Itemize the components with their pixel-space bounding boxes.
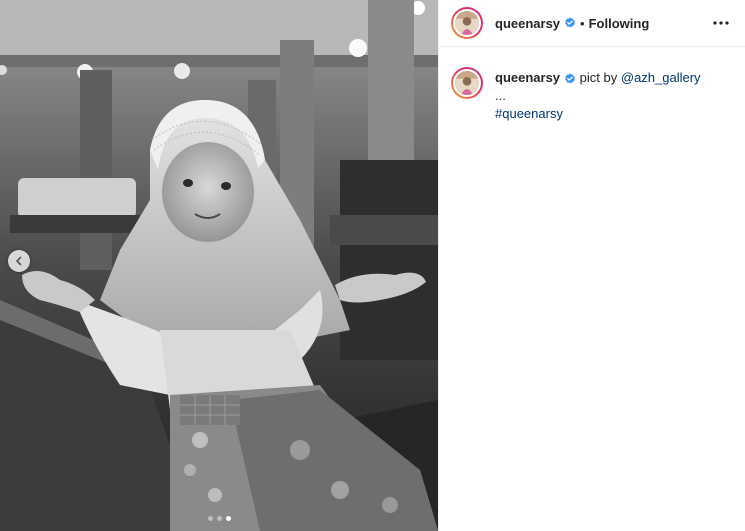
carousel-prev-button[interactable]	[8, 250, 30, 272]
caption-username[interactable]: queenarsy	[495, 70, 560, 85]
verified-badge-icon	[564, 73, 576, 85]
caption-ellipsis[interactable]: ...	[495, 88, 506, 103]
carousel-dot	[216, 516, 222, 521]
avatar-image	[455, 11, 479, 35]
post-caption: queenarsy pict by @azh_gallery ... #quee…	[439, 47, 745, 123]
post-side-panel: queenarsy • Following queenarsy pict by …	[438, 0, 745, 531]
verified-badge-icon	[564, 17, 576, 29]
post-header: queenarsy • Following	[439, 0, 745, 47]
header-username[interactable]: queenarsy	[495, 16, 560, 31]
caption-avatar[interactable]	[451, 67, 483, 99]
header-separator: •	[580, 15, 585, 31]
ellipsis-horizontal-icon	[713, 21, 729, 25]
post-media[interactable]	[0, 0, 438, 531]
caption-mention-link[interactable]: @azh_gallery	[621, 70, 701, 85]
caption-body-text: pict by	[579, 70, 618, 85]
avatar-image	[455, 71, 479, 95]
carousel-dot-active	[225, 516, 231, 521]
carousel-indicator	[0, 516, 438, 521]
caption-hashtag-link[interactable]: #queenarsy	[495, 105, 715, 123]
avatar[interactable]	[451, 7, 483, 39]
post-modal: queenarsy • Following queenarsy pict by …	[0, 0, 745, 531]
more-options-button[interactable]	[711, 13, 731, 33]
post-photo	[0, 0, 438, 531]
carousel-dot	[207, 516, 213, 521]
chevron-left-icon	[16, 256, 22, 266]
caption-text: queenarsy pict by @azh_gallery ... #quee…	[495, 69, 715, 123]
following-button[interactable]: Following	[589, 16, 650, 31]
